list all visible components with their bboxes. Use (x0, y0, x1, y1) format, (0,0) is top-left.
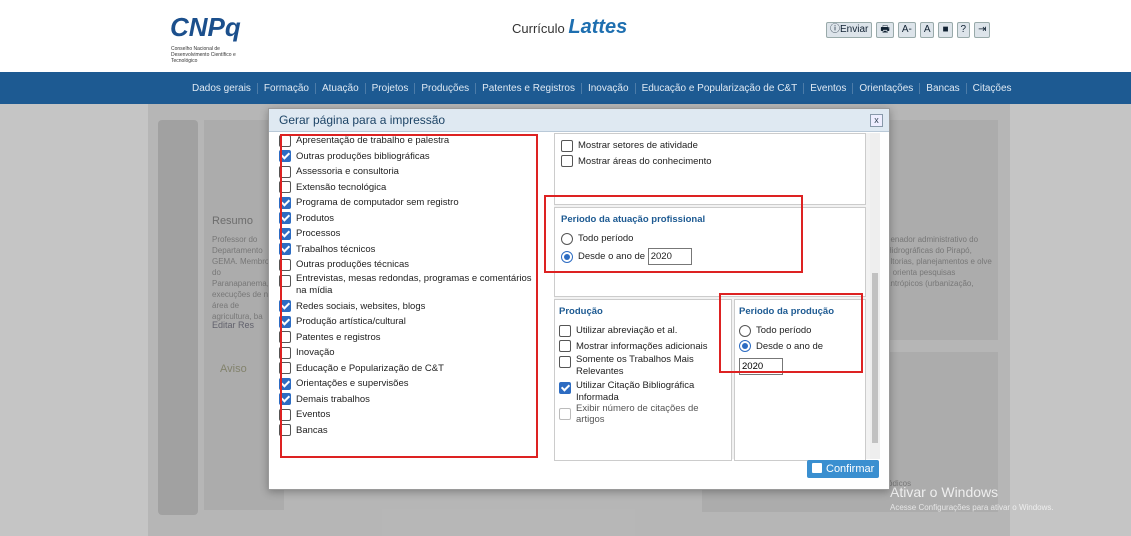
font-decrease-button[interactable]: A- (897, 22, 916, 38)
toolbar: ⓘEnviar 🖶 A- A ■ ? ⇥ (826, 22, 991, 38)
scrollbar-thumb[interactable] (872, 273, 878, 443)
list-item[interactable]: Mostrar setores de atividade (561, 138, 712, 154)
contrast-icon[interactable]: ■ (938, 22, 953, 38)
header: CNPq Conselho Nacional de Desenvolviment… (0, 0, 1131, 72)
dialog-title: Gerar página para a impressão (279, 113, 446, 127)
scrollbar[interactable] (870, 133, 880, 459)
checkbox[interactable] (559, 407, 571, 420)
checkbox[interactable] (559, 356, 571, 368)
lattes-brand: Currículo Lattes (512, 16, 627, 39)
list-item[interactable]: Exibir número de citações de artigos (559, 403, 727, 425)
list-item[interactable]: Mostrar informações adicionais (559, 339, 727, 355)
checkbox[interactable] (559, 324, 571, 337)
main-nav: Dados gerais Formação Atuação Projetos P… (0, 72, 1131, 104)
confirm-button[interactable]: Confirmar (807, 460, 879, 478)
checkbox[interactable] (561, 155, 573, 168)
checkbox[interactable] (559, 340, 571, 353)
windows-watermark-title: Ativar o Windows (890, 484, 999, 500)
nav-patentes[interactable]: Patentes e Registros (475, 82, 581, 94)
highlight-box (280, 134, 538, 458)
nav-bancas[interactable]: Bancas (919, 82, 965, 94)
producao-box: Produção Utilizar abreviação et al. Most… (554, 299, 732, 461)
list-item[interactable]: Somente os Trabalhos Mais Relevantes (559, 354, 727, 380)
highlight-box (719, 293, 863, 373)
checkbox[interactable] (559, 382, 571, 394)
nav-atuacao[interactable]: Atuação (314, 82, 365, 94)
list-item[interactable]: Mostrar áreas do conhecimento (561, 154, 712, 170)
highlight-box (544, 195, 803, 273)
help-icon[interactable]: ? (956, 22, 971, 38)
list-item[interactable]: Utilizar abreviação et al. (559, 323, 727, 339)
nav-citacoes[interactable]: Citações (965, 82, 1018, 94)
print-icon[interactable]: 🖶 (876, 22, 894, 38)
nav-formacao[interactable]: Formação (256, 82, 315, 94)
font-increase-button[interactable]: A (919, 22, 935, 38)
cnpq-logo[interactable]: CNPq (170, 12, 241, 43)
close-icon[interactable]: x (870, 114, 883, 127)
lattes-brand-prefix: Currículo (512, 21, 565, 36)
nav-producoes[interactable]: Produções (414, 82, 475, 94)
dialog-header: Gerar página para a impressão x (269, 109, 889, 132)
checkmark-icon (812, 463, 822, 473)
nav-dados-gerais[interactable]: Dados gerais (186, 83, 257, 94)
cnpq-logo-subtitle: Conselho Nacional de Desenvolvimento Cie… (171, 46, 236, 64)
nav-projetos[interactable]: Projetos (364, 82, 415, 94)
nav-orientacoes[interactable]: Orientações (852, 82, 919, 94)
nav-inovacao[interactable]: Inovação (580, 82, 635, 94)
lattes-brand-name: Lattes (568, 16, 628, 38)
nav-eventos[interactable]: Eventos (803, 82, 852, 94)
nav-educacao[interactable]: Educação e Popularização de C&T (634, 82, 804, 94)
producao-title: Produção (559, 306, 603, 317)
print-dialog: Gerar página para a impressão x Apresent… (268, 108, 890, 490)
checkbox[interactable] (561, 139, 573, 152)
enviar-button[interactable]: ⓘEnviar (826, 22, 873, 38)
exit-icon[interactable]: ⇥ (974, 22, 991, 38)
windows-watermark-subtitle: Acesse Configurações para ativar o Windo… (890, 503, 1054, 512)
